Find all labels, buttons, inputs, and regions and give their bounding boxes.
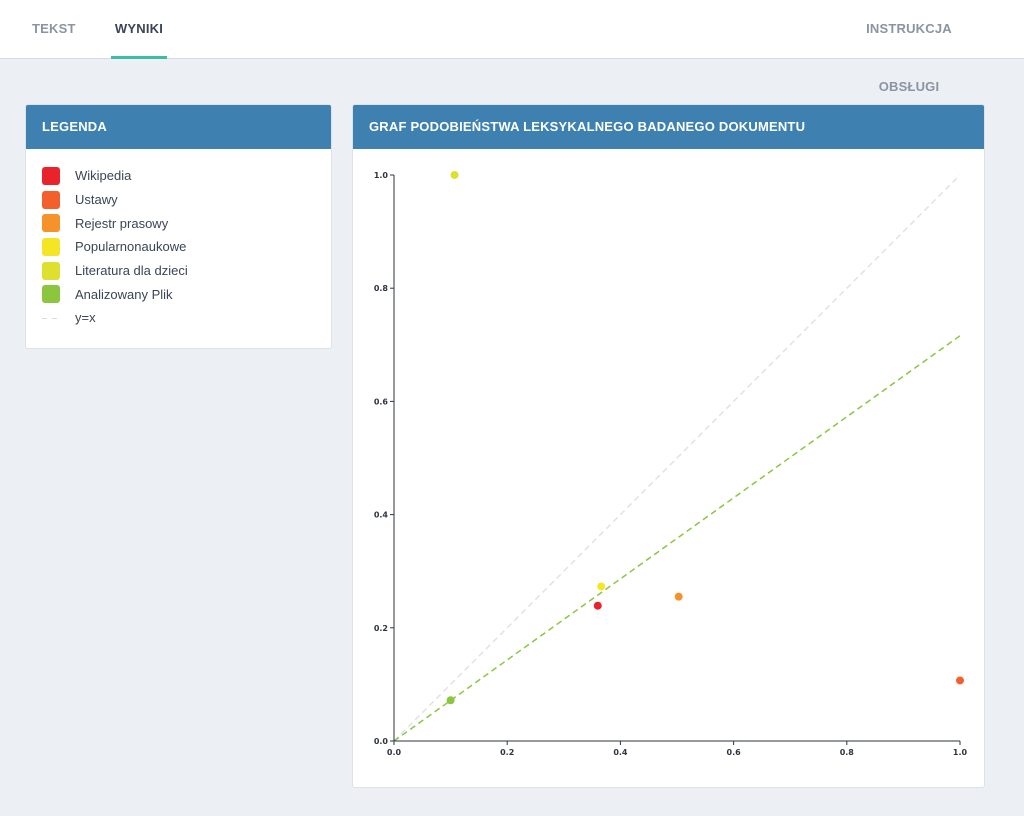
legend-item-ustawy: Ustawy [42,188,331,212]
y-tick-label: 0.4 [374,511,389,520]
scatter-chart: 0.0 0.2 0.4 0.6 0.8 1.0 0.0 0.2 0.4 0.6 0.8 1.0 [374,171,968,757]
y-tick-label: 0.8 [374,284,389,293]
legend-panel: LEGENDA Wikipedia Ustawy Rejestr prasowy… [25,104,332,349]
point-ustawy [956,676,964,685]
legend-item-label: Rejestr prasowy [75,215,169,231]
legend-item-wikipedia: Wikipedia [42,164,331,188]
point-rejestr-prasowy [674,592,683,601]
y-tick-label: 0.6 [374,397,389,406]
point-popularnonaukowe [597,582,606,591]
legend-item-label: Analizowany Plik [75,286,173,302]
y-tick-label: 1.0 [374,171,389,180]
graph-panel: GRAF PODOBIEŃSTWA LEKSYKALNEGO BADANEGO … [352,104,985,788]
active-tab-indicator [111,56,167,59]
tab-wyniki[interactable]: WYNIKI [111,0,167,59]
legend-title: LEGENDA [26,105,331,149]
point-wikipedia [593,601,602,610]
legend-swatch [42,285,60,304]
legend-item-analizowany-plik: Analizowany Plik [42,282,331,306]
point-literatura-dla-dzieci [450,171,459,179]
legend-item-label: Wikipedia [75,168,132,184]
legend-item-label: y=x [75,310,96,326]
legend-item-popularnonaukowe: Popularnonaukowe [42,235,331,259]
help-link[interactable]: INSTRUKCJA OBSŁUGI [838,0,980,94]
trend-line [393,335,961,742]
y-tick-label: 0.2 [374,624,388,633]
legend-item-y-equals-x: y=x [42,306,331,330]
legend-list: Wikipedia Ustawy Rejestr prasowy Popular… [26,149,331,330]
top-nav: TEKST WYNIKI INSTRUKCJA OBSŁUGI [0,0,1024,94]
dashed-line-swatch [42,309,60,327]
legend-swatch [42,237,60,256]
point-analizowany-plik [446,696,455,705]
legend-swatch [42,190,60,209]
x-tick-label: 1.0 [953,748,968,757]
legend-item-label: Popularnonaukowe [75,239,187,255]
graph-title: GRAF PODOBIEŃSTWA LEKSYKALNEGO BADANEGO … [353,105,984,149]
legend-item-literatura-dla-dzieci: Literatura dla dzieci [42,259,331,283]
legend-item-label: Literatura dla dzieci [75,263,188,279]
legend-swatch [42,166,60,185]
x-tick-label: 0.4 [613,748,628,757]
x-tick-label: 0.8 [840,748,855,757]
tab-tekst[interactable]: TEKST [32,0,75,59]
x-tick-label: 0.6 [727,748,742,757]
legend-item-label: Ustawy [75,192,118,208]
legend-swatch [42,214,60,233]
legend-item-rejestr-prasowy: Rejestr prasowy [42,211,331,235]
y-tick-label: 0.0 [374,737,389,746]
identity-line [393,174,961,742]
x-tick-label: 0.0 [387,748,402,757]
x-tick-label: 0.2 [500,748,514,757]
tab-wyniki-label: WYNIKI [114,21,164,36]
legend-swatch [42,261,60,280]
